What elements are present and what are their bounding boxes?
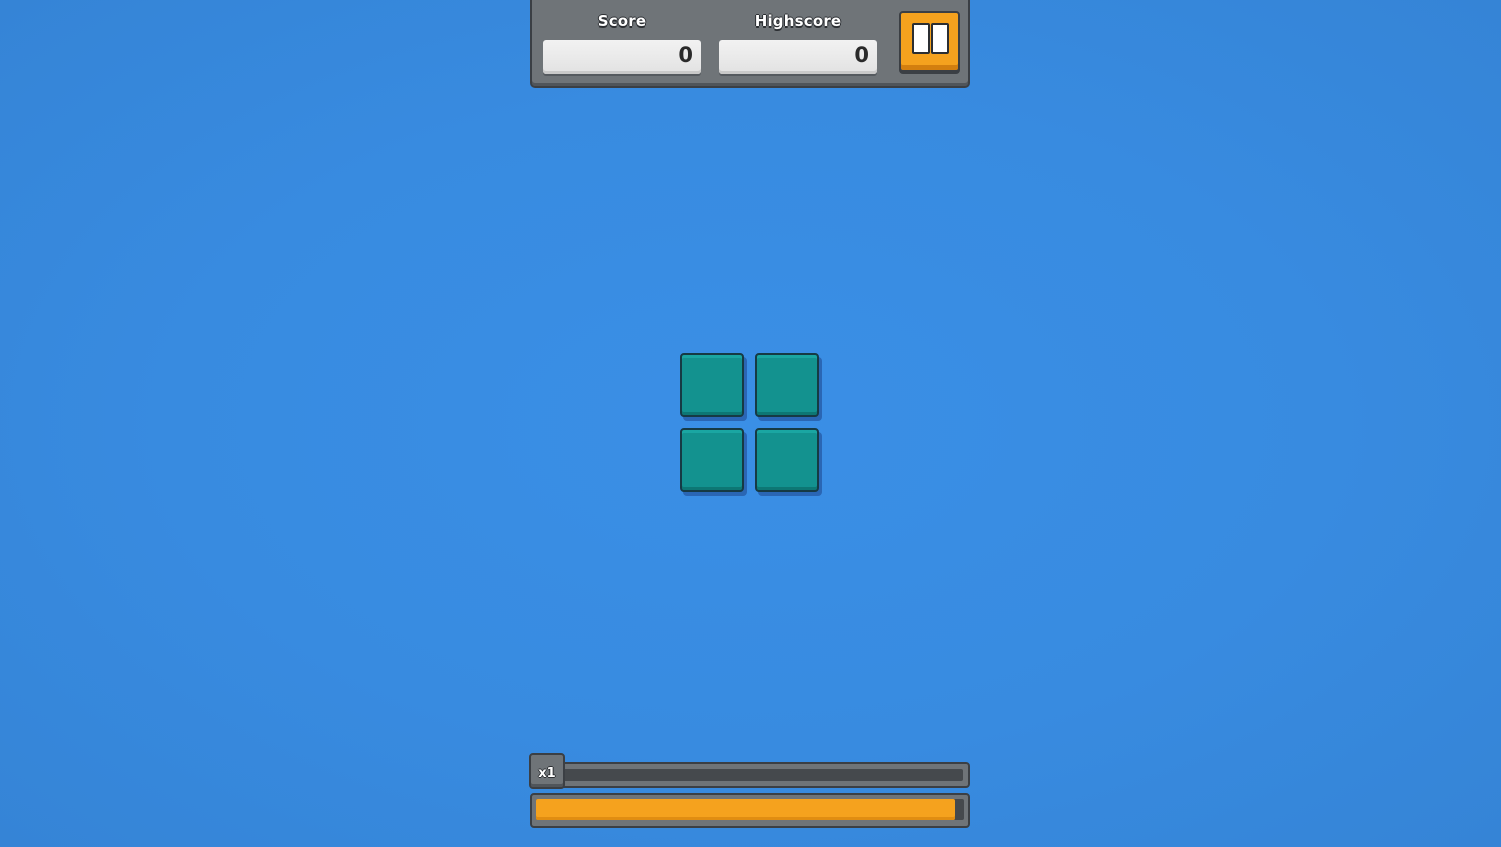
multiplier-label: x1	[538, 766, 556, 781]
highscore-value: 0	[854, 43, 869, 67]
game-piece[interactable]	[680, 353, 825, 498]
multiplier-track	[563, 769, 963, 781]
piece-block	[680, 428, 744, 492]
highscore-box: 0	[719, 40, 877, 74]
multiplier-bar	[531, 762, 970, 788]
piece-block	[755, 428, 819, 492]
multiplier-badge: x1	[529, 753, 565, 789]
score-box: 0	[543, 40, 701, 74]
score-label: Score	[597, 12, 647, 30]
piece-block	[680, 353, 744, 417]
timer-fill	[536, 799, 956, 820]
score-panel: Score 0 Highscore 0	[530, 0, 970, 88]
highscore-label: Highscore	[754, 12, 842, 30]
pause-button[interactable]	[899, 11, 960, 72]
piece-block	[755, 353, 819, 417]
score-value: 0	[678, 43, 693, 67]
timer-bar	[530, 793, 970, 828]
timer-track	[536, 799, 964, 820]
